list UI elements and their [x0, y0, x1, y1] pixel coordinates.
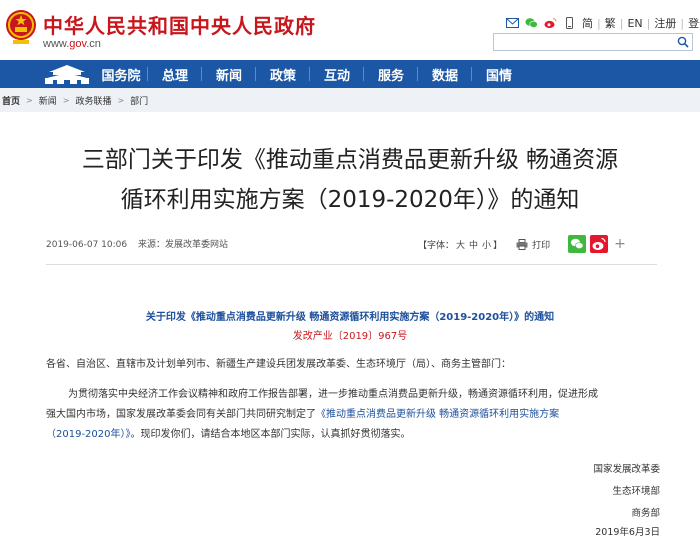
breadcrumb-home[interactable]: 首页: [2, 94, 20, 107]
signature-mee: 生态环境部: [612, 486, 660, 497]
wechat-icon[interactable]: [525, 17, 538, 29]
nav-item-premier[interactable]: 总理: [148, 60, 202, 88]
font-size-label: 【字体：: [418, 240, 455, 251]
font-size-large[interactable]: 大: [456, 238, 465, 251]
wechat-share-icon[interactable]: [568, 235, 587, 253]
tools-separator: |: [619, 16, 624, 30]
nav-item-national-info[interactable]: 国情: [472, 60, 526, 88]
font-size-close: 】: [493, 240, 503, 251]
site-url[interactable]: www.gov.cn: [43, 38, 101, 50]
source-name: 发展改革委网站: [165, 240, 229, 250]
body-paragraph-line2: 强大国内市场，国家发展改革委会同有关部门共同研究制定了《推动重点消费品更新升级 …: [46, 405, 559, 425]
breadcrumb-departments[interactable]: 部门: [130, 94, 148, 107]
mobile-icon[interactable]: [563, 17, 576, 29]
plan-document-link-continued[interactable]: （2019-2020年）》: [46, 429, 131, 440]
main-nav: 国务院 总理 新闻 政策 互动 服务 数据 国情: [0, 60, 700, 88]
search-input[interactable]: [494, 34, 674, 50]
login-link[interactable]: 登录: [688, 15, 700, 31]
signature-date: 2019年6月3日: [595, 527, 660, 538]
article-title-line1: 三部门关于印发《推动重点消费品更新升级 畅通资源: [81, 147, 619, 173]
site-url-suffix: .cn: [86, 38, 101, 50]
nav-item-news[interactable]: 新闻: [202, 60, 256, 88]
chevron-right-icon: >: [62, 95, 70, 105]
site-url-prefix: www.: [43, 38, 70, 50]
document-heading: 关于印发《推动重点消费品更新升级 畅通资源循环利用实施方案（2019-2020年…: [145, 312, 555, 323]
chevron-right-icon: >: [117, 95, 125, 105]
body-text: 。现印发你们，请结合本地区本部门实际，认真抓好贯彻落实。: [130, 429, 411, 440]
site-title[interactable]: 中华人民共和国中央人民政府: [43, 10, 316, 39]
font-size-medium[interactable]: 中: [469, 238, 478, 251]
article-title-line2: 循环利用实施方案（2019-2020年）》的通知: [120, 187, 580, 213]
site-url-domain: gov: [69, 38, 87, 50]
nav-item-data[interactable]: 数据: [418, 60, 472, 88]
breadcrumb: 首页 > 新闻 > 政务联播 > 部门: [0, 88, 700, 112]
traditional-chinese-link[interactable]: 繁: [605, 15, 616, 31]
signature-mofcom: 商务部: [631, 508, 660, 519]
addressee: 各省、自治区、直辖市及计划单列市、新疆生产建设兵团发展改革委、生态环境厅（局）、…: [46, 359, 511, 370]
nav-item-state-council[interactable]: 国务院: [94, 60, 148, 88]
breadcrumb-gov-affairs[interactable]: 政务联播: [75, 94, 111, 107]
national-emblem-icon[interactable]: [4, 6, 38, 46]
article-meta: 2019-06-07 10:06 来源：发展改革委网站: [46, 237, 228, 250]
nav-item-services[interactable]: 服务: [364, 60, 418, 88]
search-box: [493, 33, 693, 51]
search-button[interactable]: [674, 34, 692, 50]
publish-date: 2019-06-07 10:06: [46, 240, 128, 250]
body-paragraph-line1: 为贯彻落实中央经济工作会议精神和政府工作报告部署，进一步推动重点消费品更新升级，…: [68, 389, 598, 400]
tools-separator: |: [646, 16, 651, 30]
nav-item-interaction[interactable]: 互动: [310, 60, 364, 88]
mail-icon[interactable]: [506, 17, 519, 29]
tiananmen-icon[interactable]: [43, 63, 91, 85]
more-share-button[interactable]: +: [614, 236, 626, 252]
tools-separator: |: [597, 16, 601, 30]
signature-ndrc: 国家发展改革委: [593, 464, 660, 475]
site-header: 中华人民共和国中央人民政府 www.gov.cn 简 | 繁 | EN | 注册…: [0, 0, 700, 60]
nav-item-policy[interactable]: 政策: [256, 60, 310, 88]
body-paragraph-line3: （2019-2020年）》。现印发你们，请结合本地区本部门实际，认真抓好贯彻落实…: [46, 425, 411, 445]
source-label: 来源：: [137, 240, 165, 250]
body-text: 强大国内市场，国家发展改革委会同有关部门共同研究制定了: [46, 409, 316, 420]
article-title: 三部门关于印发《推动重点消费品更新升级 畅通资源 循环利用实施方案（2019-2…: [0, 140, 700, 220]
chevron-right-icon: >: [26, 95, 33, 105]
simplified-chinese-link[interactable]: 简: [582, 15, 593, 31]
breadcrumb-news[interactable]: 新闻: [39, 94, 57, 107]
weibo-icon[interactable]: [544, 17, 557, 29]
meta-divider: [46, 264, 657, 265]
print-icon[interactable]: [516, 238, 528, 250]
plan-document-link[interactable]: 《推动重点消费品更新升级 畅通资源循环利用实施方案: [316, 409, 559, 420]
nav-items: 国务院 总理 新闻 政策 互动 服务 数据 国情: [94, 60, 526, 88]
document-number: 发改产业〔2019〕967号: [292, 331, 408, 342]
weibo-share-icon[interactable]: [590, 235, 609, 253]
english-link[interactable]: EN: [627, 17, 642, 30]
print-link[interactable]: 打印: [532, 238, 550, 251]
register-link[interactable]: 注册: [654, 15, 676, 31]
header-tools: 简 | 繁 | EN | 注册 | 登录: [506, 14, 700, 32]
tools-separator: |: [680, 16, 685, 30]
article-tools: 【字体： 大 中 小 】 打印 +: [418, 235, 626, 253]
font-size-small[interactable]: 小: [482, 238, 491, 251]
search-icon: [677, 36, 689, 48]
